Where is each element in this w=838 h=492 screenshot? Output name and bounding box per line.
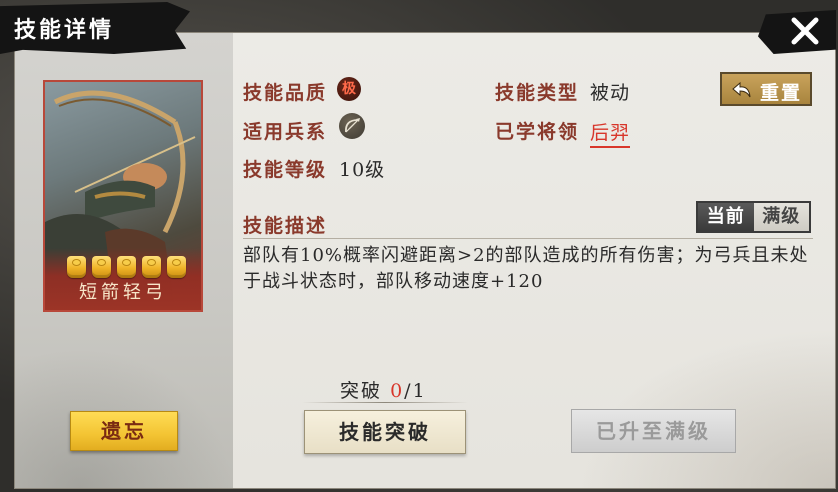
star-token-icon [117,256,136,278]
window-title: 技能详情 [14,17,115,43]
breakthrough-counter: 突破 0/1 [340,376,427,403]
tab-current[interactable]: 当前 [698,203,754,231]
close-icon[interactable] [788,14,822,48]
level-value: 10级 [339,159,386,181]
type-value: 被动 [590,82,631,104]
tab-max-level[interactable]: 满级 [753,203,809,231]
troop-badge [339,113,365,139]
breakthrough-total: 1 [412,380,427,402]
star-token-icon [92,256,111,278]
star-tokens [67,256,186,278]
star-token-icon [167,256,186,278]
description-text: 部队有10%概率闪避距离>2的部队造成的所有伤害；为弓兵且未处于战斗状态时，部队… [243,245,809,292]
breakthrough-label: 突破 [340,380,383,402]
bow-icon [345,118,360,133]
reset-button[interactable]: 重置 [720,72,812,106]
star-token-icon [142,256,161,278]
description-divider [243,238,813,239]
undo-icon [732,81,751,98]
reset-label: 重置 [760,82,803,104]
level-label: 技能等级 [243,159,328,181]
star-token-icon [67,256,86,278]
breakthrough-button[interactable]: 技能突破 [304,410,466,454]
breakthrough-divider [302,402,468,403]
quality-badge: 极 [337,77,361,101]
skill-card: 短箭轻弓 [43,80,203,312]
breakthrough-separator: / [404,380,413,402]
learned-general-link[interactable]: 后羿 [590,118,631,148]
type-label: 技能类型 [495,82,580,104]
max-level-button: 已升至满级 [571,409,736,453]
forget-button[interactable]: 遗忘 [70,411,178,451]
troop-label: 适用兵系 [243,121,328,143]
description-label: 技能描述 [243,215,328,237]
learned-general-label: 已学将领 [495,121,580,143]
level-toggle[interactable]: 当前 满级 [696,201,811,233]
quality-label: 技能品质 [243,82,328,104]
skill-card-name: 短箭轻弓 [79,282,167,303]
breakthrough-current: 0 [390,380,405,402]
